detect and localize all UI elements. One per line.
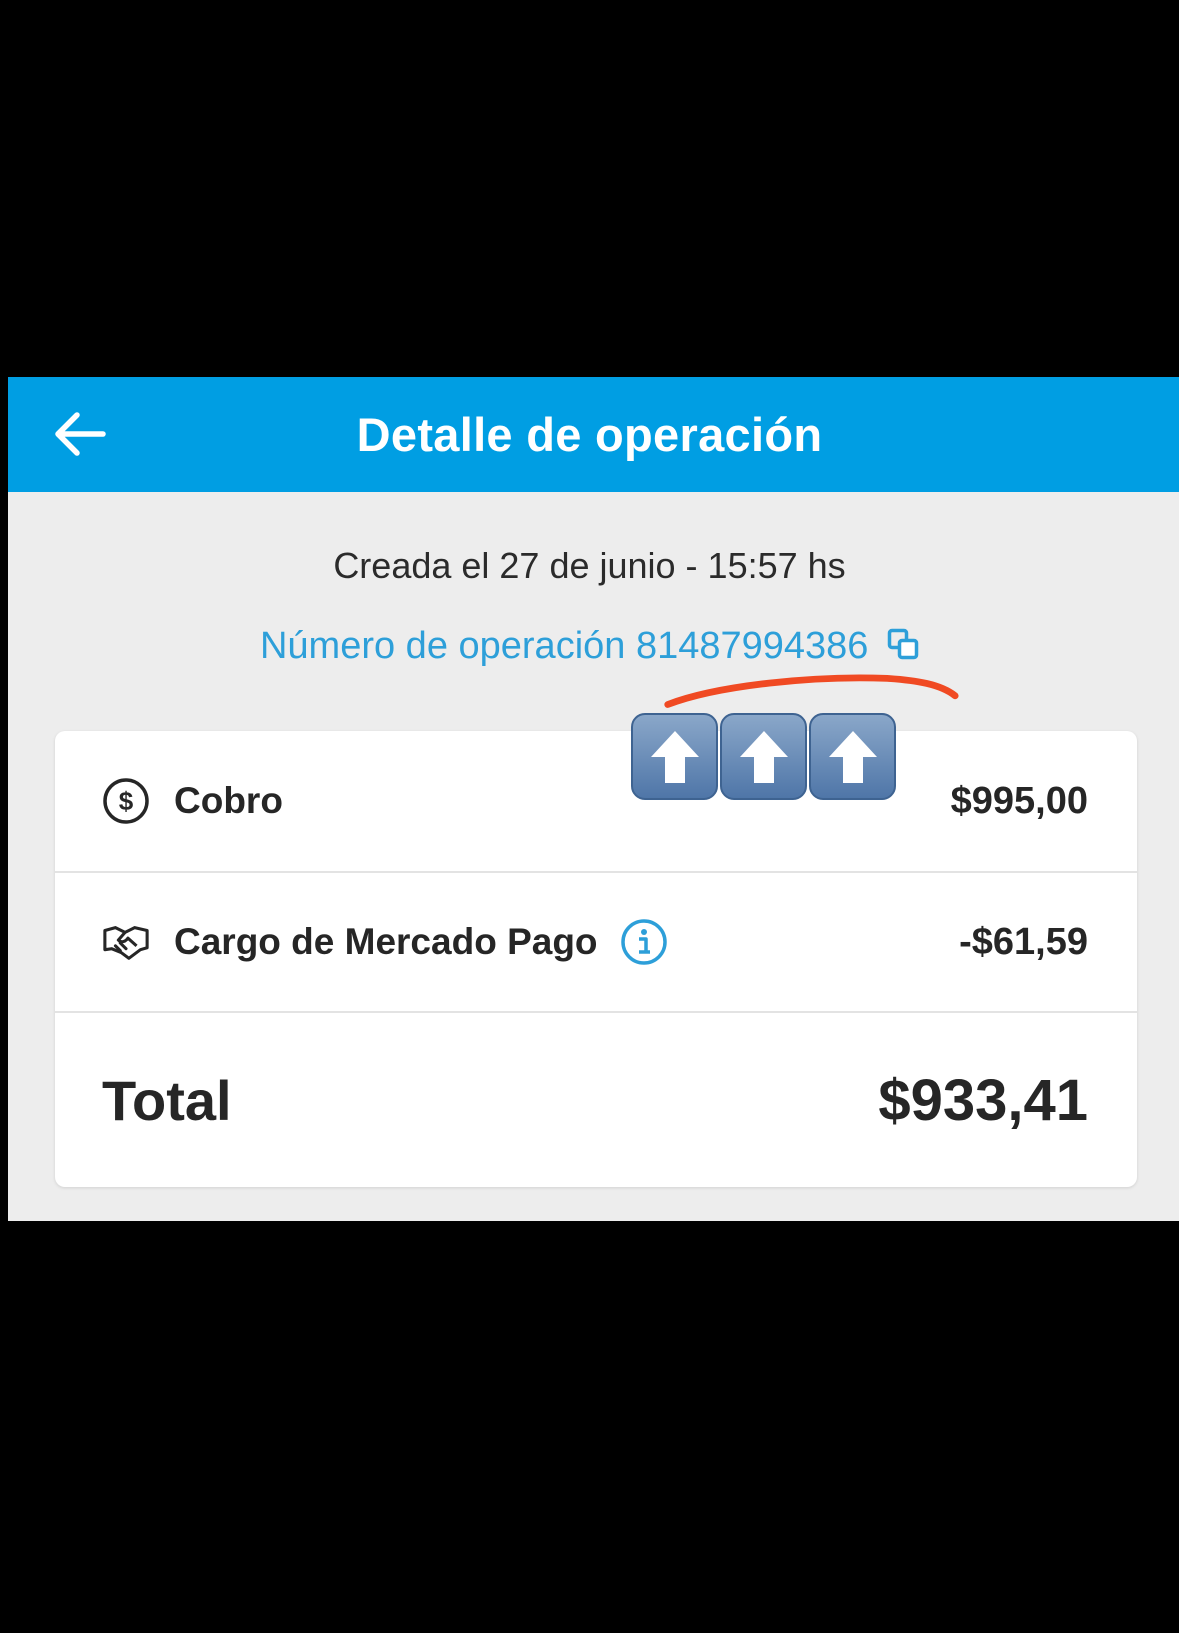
row-label: Cargo de Mercado Pago [174,921,598,962]
info-button[interactable] [620,918,668,966]
up-arrow-emoji-icon [631,713,718,800]
total-amount: $933,41 [878,1067,1088,1133]
total-label: Total [102,1068,232,1132]
operation-detail-card: $ Cobro $995,00 Cargo de Mercado Pago -$… [55,731,1137,1187]
up-arrows-annotation [631,713,896,800]
row-amount: $995,00 [950,779,1088,822]
svg-text:$: $ [119,786,134,816]
dollar-circle-icon: $ [102,777,150,825]
content-area: $ Cobro $995,00 Cargo de Mercado Pago -$… [8,377,1179,1221]
up-arrow-emoji-icon [809,713,896,800]
up-arrow-emoji-icon [720,713,807,800]
row-total: Total $933,41 [55,1013,1137,1187]
row-amount: -$61,59 [959,920,1088,963]
row-cargo-mercado-pago: Cargo de Mercado Pago -$61,59 [55,873,1137,1013]
info-icon [620,919,667,965]
row-label: Cobro [174,780,283,821]
row-cobro: $ Cobro $995,00 [55,731,1137,873]
handshake-icon [102,918,150,966]
